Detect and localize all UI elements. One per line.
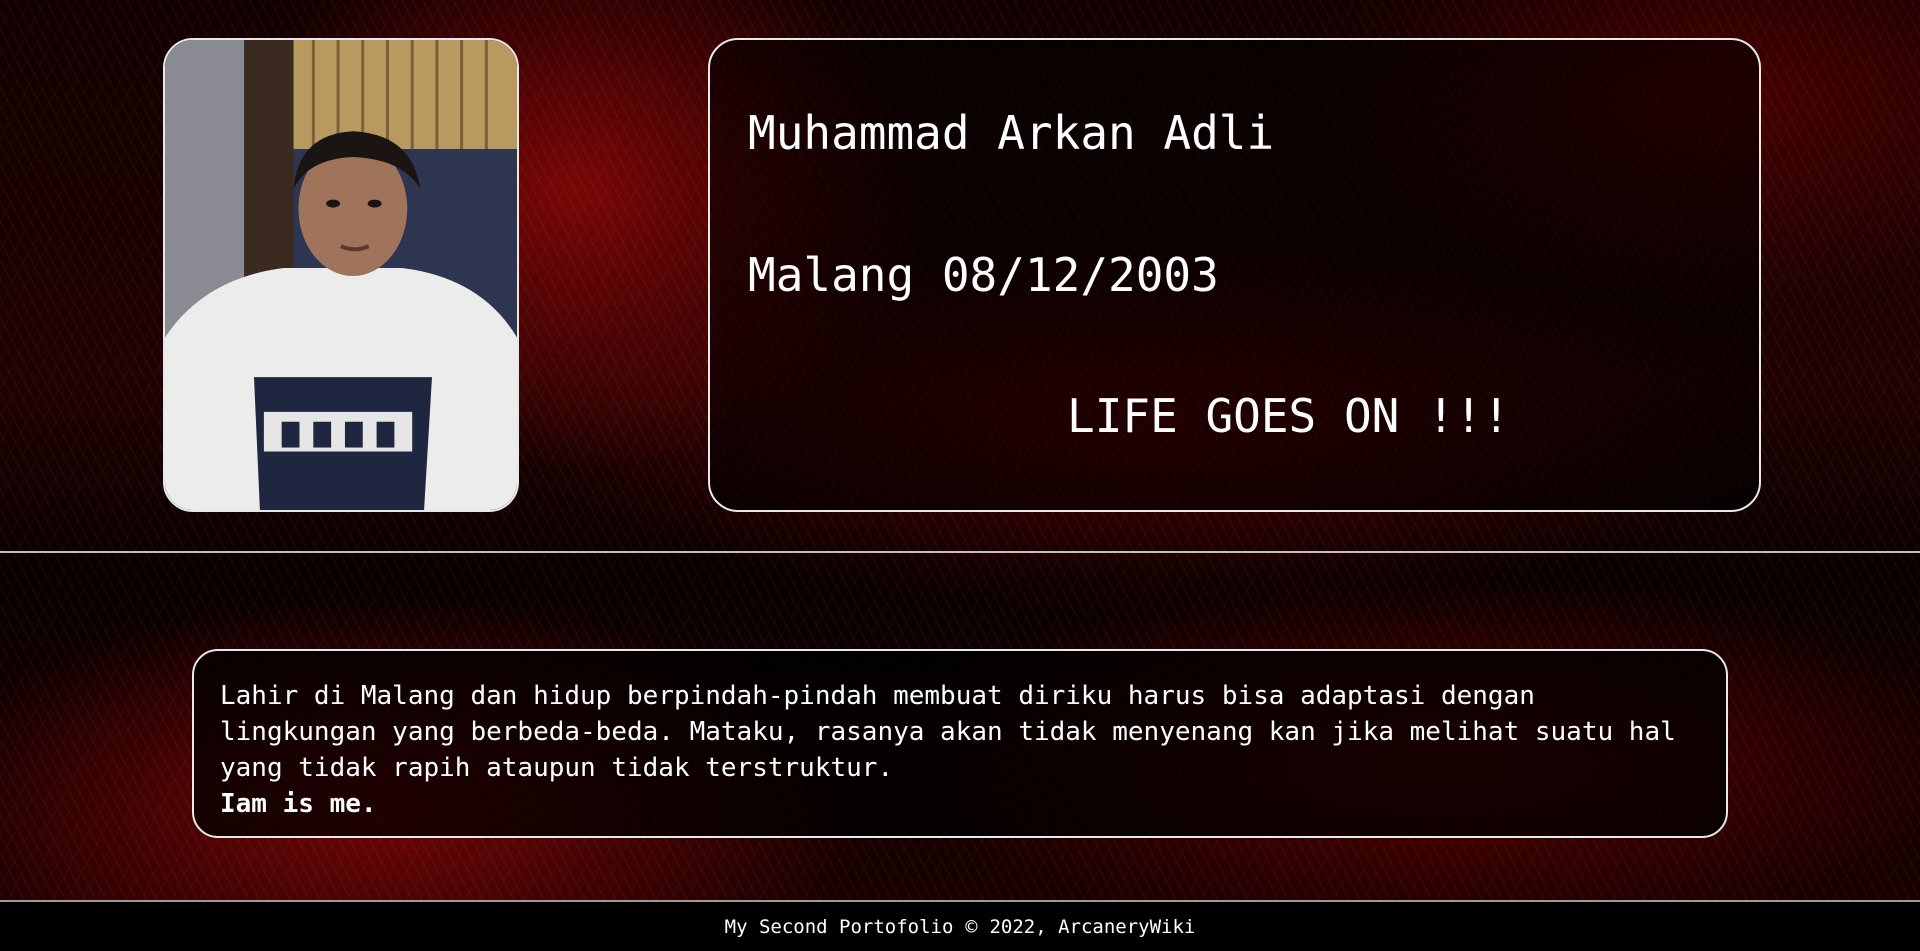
bio-text: Lahir di Malang dan hidup berpindah-pind… bbox=[220, 681, 1676, 783]
section-divider bbox=[0, 551, 1920, 553]
bio-card: Lahir di Malang dan hidup berpindah-pind… bbox=[192, 649, 1728, 838]
profile-birth: Malang 08/12/2003 bbox=[748, 248, 1219, 302]
profile-info-card: Muhammad Arkan Adli Malang 08/12/2003 LI… bbox=[708, 38, 1761, 512]
footer-label: My Second Portofolio bbox=[724, 915, 954, 938]
profile-photo-image bbox=[165, 40, 517, 510]
copyright-icon: © bbox=[965, 914, 978, 939]
profile-photo bbox=[163, 38, 519, 512]
profile-name: Muhammad Arkan Adli bbox=[748, 106, 1275, 160]
profile-motto: LIFE GOES ON !!! bbox=[1067, 389, 1511, 443]
footer: My Second Portofolio © 2022, ArcaneryWik… bbox=[0, 900, 1920, 951]
footer-credit: 2022, ArcaneryWiki bbox=[989, 915, 1196, 938]
bio-closing: Iam is me. bbox=[220, 789, 377, 819]
portfolio-page: Muhammad Arkan Adli Malang 08/12/2003 LI… bbox=[0, 0, 1920, 951]
